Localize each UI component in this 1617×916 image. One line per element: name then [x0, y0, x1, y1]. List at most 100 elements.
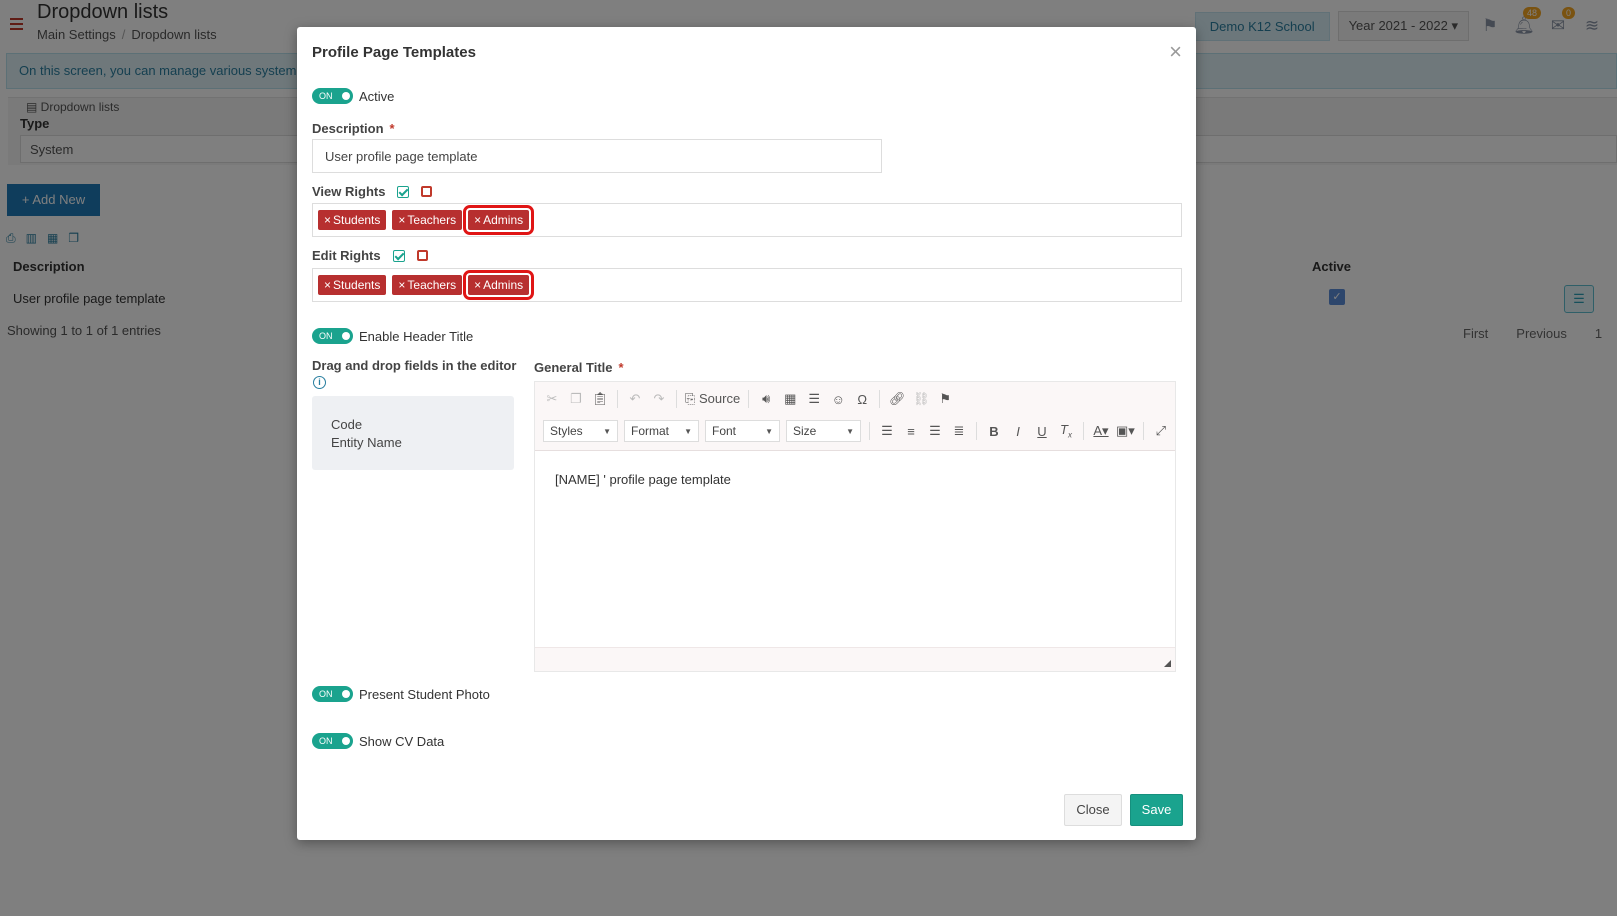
- view-rights-label-text: View Rights: [312, 184, 386, 199]
- underline-icon[interactable]: U: [1033, 424, 1051, 439]
- remove-icon[interactable]: ×: [324, 212, 331, 228]
- align-left-icon[interactable]: ☰: [878, 423, 896, 439]
- source-button[interactable]: ⎘ Source: [685, 391, 740, 407]
- clear-format-icon[interactable]: Tx: [1057, 422, 1075, 440]
- close-icon[interactable]: ×: [1169, 41, 1182, 63]
- cut-icon[interactable]: ✂: [543, 391, 561, 407]
- view-tag-students[interactable]: × Students: [318, 210, 387, 230]
- deselect-all-square-icon[interactable]: [421, 186, 433, 197]
- toolbar-separator: [1083, 422, 1084, 440]
- remove-icon[interactable]: ×: [398, 277, 405, 293]
- tag-label: Admins: [483, 278, 524, 292]
- caret-down-icon: ▼: [765, 426, 773, 436]
- select-all-check-icon[interactable]: [397, 185, 410, 198]
- draggable-fields-panel: Code Entity Name: [312, 396, 514, 470]
- copy-icon[interactable]: ❐: [567, 391, 585, 407]
- cv-data-row: ON Show CV Data: [312, 733, 444, 749]
- styles-dropdown[interactable]: Styles ▼: [543, 420, 618, 442]
- caret-down-icon: ▼: [846, 426, 854, 436]
- field-entity-name[interactable]: Entity Name: [331, 434, 495, 452]
- description-input[interactable]: [312, 139, 882, 173]
- student-photo-toggle[interactable]: ON: [312, 686, 353, 702]
- required-marker: *: [389, 121, 395, 136]
- toolbar-separator: [1142, 422, 1144, 440]
- active-row: ON Active: [312, 88, 394, 104]
- active-toggle[interactable]: ON: [312, 88, 353, 104]
- size-label: Size: [793, 424, 817, 438]
- audio-icon[interactable]: 🔊︎: [757, 391, 775, 407]
- editor-toolbar: ✂ ❐ 📋︎ ↶ ↷ ⎘ Source 🔊︎ ▦ ☰ ☺ Ω 🔗︎ ⛓ ⚑ St…: [535, 382, 1175, 451]
- redo-icon[interactable]: ↷: [650, 391, 668, 407]
- select-all-check-icon[interactable]: [392, 249, 405, 262]
- format-label: Format: [631, 424, 670, 438]
- bold-icon[interactable]: B: [985, 424, 1003, 439]
- field-code[interactable]: Code: [331, 416, 495, 434]
- remove-icon[interactable]: ×: [474, 212, 481, 228]
- edit-tag-teachers[interactable]: × Teachers: [392, 275, 463, 295]
- table-icon[interactable]: ▦: [781, 391, 799, 407]
- align-justify-icon[interactable]: ≣: [950, 423, 968, 439]
- cv-data-toggle[interactable]: ON: [312, 733, 353, 749]
- tag-label: Students: [333, 278, 381, 292]
- description-label: Description *: [312, 121, 395, 136]
- header-title-row: ON Enable Header Title: [312, 328, 473, 344]
- smiley-icon[interactable]: ☺: [829, 392, 847, 407]
- toolbar-separator: [617, 390, 618, 408]
- tag-label: Admins: [483, 213, 524, 227]
- active-label: Active: [359, 88, 395, 104]
- italic-icon[interactable]: I: [1009, 424, 1027, 439]
- caret-down-icon: ▼: [684, 426, 692, 436]
- profile-page-templates-modal: Profile Page Templates × ON Active Descr…: [297, 27, 1196, 840]
- remove-icon[interactable]: ×: [398, 212, 405, 228]
- student-photo-row: ON Present Student Photo: [312, 686, 490, 702]
- tag-label: Teachers: [407, 213, 457, 227]
- edit-tag-students[interactable]: × Students: [318, 275, 387, 295]
- header-title-toggle[interactable]: ON: [312, 328, 353, 344]
- remove-icon[interactable]: ×: [324, 277, 331, 293]
- editor-footer: [535, 647, 1175, 671]
- student-photo-label: Present Student Photo: [359, 686, 490, 702]
- view-tag-teachers[interactable]: × Teachers: [392, 210, 463, 230]
- header-title-label: Enable Header Title: [359, 328, 474, 344]
- remove-icon[interactable]: ×: [474, 277, 481, 293]
- edit-rights-select[interactable]: × Students × Teachers × Admins: [312, 268, 1182, 302]
- format-dropdown[interactable]: Format ▼: [624, 420, 699, 442]
- tag-label: Students: [333, 213, 381, 227]
- caret-down-icon: ▼: [603, 426, 611, 436]
- paste-icon[interactable]: 📋︎: [591, 391, 609, 407]
- styles-label: Styles: [550, 424, 583, 438]
- save-button[interactable]: Save: [1130, 794, 1183, 826]
- view-rights-select[interactable]: × Students × Teachers × Admins: [312, 203, 1182, 237]
- source-label: Source: [699, 391, 741, 406]
- unlink-icon[interactable]: ⛓: [912, 391, 930, 407]
- editor-content[interactable]: [NAME] ' profile page template: [535, 452, 1175, 647]
- drag-drop-label: Drag and drop fields in the editor: [312, 358, 517, 373]
- edit-rights-label-text: Edit Rights: [312, 248, 381, 263]
- text-color-icon[interactable]: A▾: [1092, 423, 1110, 439]
- edit-tag-admins[interactable]: × Admins: [463, 270, 535, 300]
- align-right-icon[interactable]: ☰: [926, 423, 944, 439]
- size-dropdown[interactable]: Size ▼: [786, 420, 861, 442]
- toolbar-row-1: ✂ ❐ 📋︎ ↶ ↷ ⎘ Source 🔊︎ ▦ ☰ ☺ Ω 🔗︎ ⛓ ⚑: [543, 390, 954, 408]
- omega-icon[interactable]: Ω: [853, 392, 871, 407]
- align-center-icon[interactable]: ≡: [902, 424, 920, 439]
- view-tag-admins[interactable]: × Admins: [463, 205, 535, 235]
- required-marker: *: [618, 360, 624, 375]
- rich-text-editor: ✂ ❐ 📋︎ ↶ ↷ ⎘ Source 🔊︎ ▦ ☰ ☺ Ω 🔗︎ ⛓ ⚑ St…: [534, 381, 1176, 672]
- description-label-text: Description: [312, 121, 384, 136]
- deselect-all-square-icon[interactable]: [416, 250, 428, 261]
- modal-title: Profile Page Templates: [312, 44, 476, 61]
- general-title-label-text: General Title: [534, 360, 613, 375]
- resize-handle-icon[interactable]: [1164, 660, 1171, 667]
- horizontal-rule-icon[interactable]: ☰: [805, 391, 823, 407]
- background-color-icon[interactable]: ▣▾: [1116, 423, 1135, 439]
- anchor-flag-icon[interactable]: ⚑: [936, 391, 954, 407]
- edit-rights-label: Edit Rights: [312, 248, 428, 263]
- maximize-icon[interactable]: ⤢: [1152, 423, 1170, 439]
- font-dropdown[interactable]: Font ▼: [705, 420, 780, 442]
- toolbar-separator: [869, 422, 870, 440]
- undo-icon[interactable]: ↶: [626, 391, 644, 407]
- info-icon[interactable]: i: [313, 376, 326, 389]
- link-icon[interactable]: 🔗︎: [888, 391, 906, 407]
- close-button[interactable]: Close: [1064, 794, 1122, 826]
